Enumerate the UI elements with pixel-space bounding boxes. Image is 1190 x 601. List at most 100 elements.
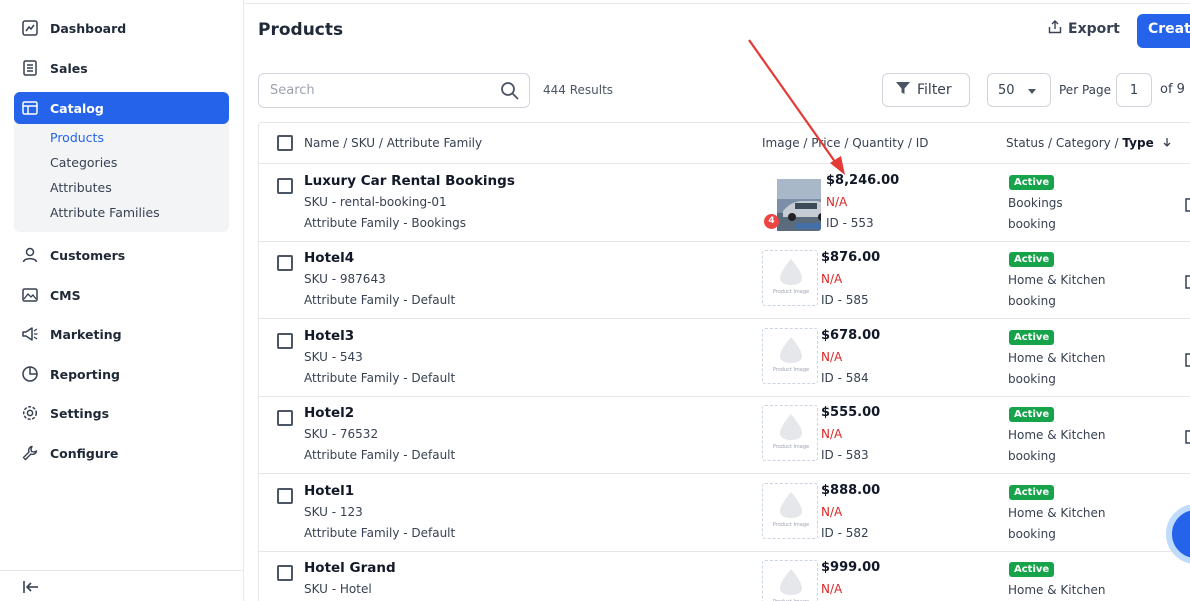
placeholder-text: Product Image — [772, 522, 810, 528]
column-header-type: Type — [1122, 136, 1154, 150]
product-category: Home & Kitchen — [1008, 351, 1106, 365]
sidebar-item-label: Reporting — [50, 366, 120, 382]
product-image-placeholder[interactable]: Product Image — [762, 560, 818, 601]
table-row[interactable]: Hotel Grand SKU - Hotel Product Image $9… — [259, 551, 1190, 601]
per-page-label: Per Page — [1059, 83, 1111, 97]
sidebar-item-customers[interactable]: Customers — [14, 239, 229, 271]
sidebar-item-label: Settings — [50, 405, 110, 421]
product-quantity: N/A — [821, 350, 843, 364]
row-checkbox[interactable] — [277, 565, 293, 581]
sidebar-item-dashboard[interactable]: Dashboard — [14, 12, 229, 44]
product-quantity: N/A — [821, 582, 843, 596]
product-name: Hotel Grand — [304, 560, 396, 576]
sidebar-item-reporting[interactable]: Reporting — [14, 358, 229, 390]
table-row[interactable]: Hotel3 SKU - 543 Attribute Family - Defa… — [259, 319, 1190, 397]
delete-icon[interactable] — [1185, 196, 1190, 216]
sidebar-item-cms[interactable]: CMS — [14, 279, 229, 311]
product-sku: SKU - 987643 — [304, 272, 386, 286]
image-placeholder-icon — [780, 259, 802, 285]
delete-icon[interactable] — [1185, 273, 1190, 293]
results-count: 444 Results — [543, 83, 614, 97]
product-quantity: N/A — [821, 427, 843, 441]
sidebar-collapse-button[interactable] — [0, 570, 243, 601]
sidebar-item-label: Dashboard — [50, 20, 127, 36]
sidebar-item-catalog[interactable]: Catalog — [14, 92, 229, 124]
image-count-badge: 4 — [764, 214, 779, 229]
table-header: Name / SKU / Attribute Family Image / Pr… — [259, 123, 1190, 164]
status-badge: Active — [1009, 330, 1055, 345]
sidebar-item-configure[interactable]: Configure — [14, 437, 229, 469]
sidebar-item-label: Sales — [50, 60, 88, 76]
status-badge: Active — [1009, 175, 1055, 190]
export-button[interactable]: Export — [1048, 20, 1120, 38]
sidebar-item-label: CMS — [50, 287, 81, 303]
product-category: Home & Kitchen — [1008, 273, 1106, 287]
row-checkbox[interactable] — [277, 410, 293, 426]
row-checkbox[interactable] — [277, 255, 293, 271]
sidebar-item-marketing[interactable]: Marketing — [14, 318, 229, 350]
product-family: Attribute Family - Default — [304, 371, 456, 385]
product-category: Home & Kitchen — [1008, 506, 1106, 520]
product-sku: SKU - rental-booking-01 — [304, 195, 447, 209]
status-badge: Active — [1009, 252, 1055, 267]
product-price: $888.00 — [821, 483, 881, 498]
product-thumbnail[interactable]: 4 — [762, 173, 821, 231]
create-product-button[interactable]: Create — [1137, 14, 1190, 48]
product-name: Hotel4 — [304, 250, 355, 266]
sidebar-item-sales[interactable]: Sales — [14, 52, 229, 84]
product-image-placeholder[interactable]: Product Image — [762, 405, 818, 461]
sidebar-item-settings[interactable]: Settings — [14, 397, 229, 429]
product-name: Hotel3 — [304, 328, 355, 344]
product-type: booking — [1008, 449, 1056, 463]
product-quantity: N/A — [826, 195, 848, 209]
catalog-icon — [20, 98, 40, 118]
product-family: Attribute Family - Bookings — [304, 216, 467, 230]
column-header-name[interactable]: Name / SKU / Attribute Family — [304, 136, 482, 150]
sidebar-item-label: Customers — [50, 247, 126, 263]
placeholder-text: Product Image — [772, 367, 810, 373]
export-icon — [1048, 20, 1062, 38]
sidebar-subitem-products[interactable]: Products — [50, 130, 104, 145]
product-sku: SKU - 76532 — [304, 427, 379, 441]
placeholder-text: Product Image — [772, 289, 810, 295]
product-name: Hotel1 — [304, 483, 355, 499]
marketing-icon — [20, 324, 40, 344]
page-number-input[interactable]: 1 — [1116, 73, 1152, 107]
filter-button[interactable]: Filter — [882, 73, 970, 107]
collapse-left-icon — [22, 579, 40, 599]
select-all-checkbox[interactable] — [277, 135, 293, 151]
delete-icon[interactable] — [1185, 428, 1190, 448]
search-icon[interactable] — [500, 81, 520, 105]
search-input[interactable] — [258, 73, 530, 108]
table-row[interactable]: Hotel4 SKU - 987643 Attribute Family - D… — [259, 241, 1190, 319]
product-price: $8,246.00 — [826, 173, 900, 188]
column-header-status[interactable]: Status / Category / Type — [1006, 136, 1172, 150]
product-image-placeholder[interactable]: Product Image — [762, 250, 818, 306]
table-row[interactable]: Luxury Car Rental Bookings SKU - rental-… — [259, 164, 1190, 242]
row-checkbox[interactable] — [277, 333, 293, 349]
table-row[interactable]: Hotel1 SKU - 123 Attribute Family - Defa… — [259, 474, 1190, 552]
column-header-image[interactable]: Image / Price / Quantity / ID — [762, 136, 929, 150]
row-checkbox[interactable] — [277, 178, 293, 194]
per-page-select[interactable]: 50 — [987, 73, 1051, 107]
filter-label: Filter — [917, 82, 952, 98]
table-row[interactable]: Hotel2 SKU - 76532 Attribute Family - De… — [259, 396, 1190, 474]
header-divider — [244, 3, 1190, 4]
product-id: ID - 585 — [821, 293, 869, 307]
sidebar-subitem-attribute-families[interactable]: Attribute Families — [50, 205, 160, 220]
cms-icon — [20, 285, 40, 305]
image-placeholder-icon — [780, 337, 802, 363]
product-price: $999.00 — [821, 560, 881, 575]
sidebar-subitem-attributes[interactable]: Attributes — [50, 180, 112, 195]
product-family: Attribute Family - Default — [304, 293, 456, 307]
product-image-placeholder[interactable]: Product Image — [762, 483, 818, 539]
product-name: Luxury Car Rental Bookings — [304, 173, 515, 189]
row-checkbox[interactable] — [277, 488, 293, 504]
filter-icon — [895, 80, 911, 100]
sidebar-item-label: Marketing — [50, 326, 122, 342]
delete-icon[interactable] — [1185, 351, 1190, 371]
image-placeholder-icon — [780, 492, 802, 518]
product-family: Attribute Family - Default — [304, 448, 456, 462]
sidebar-subitem-categories[interactable]: Categories — [50, 155, 117, 170]
product-image-placeholder[interactable]: Product Image — [762, 328, 818, 384]
